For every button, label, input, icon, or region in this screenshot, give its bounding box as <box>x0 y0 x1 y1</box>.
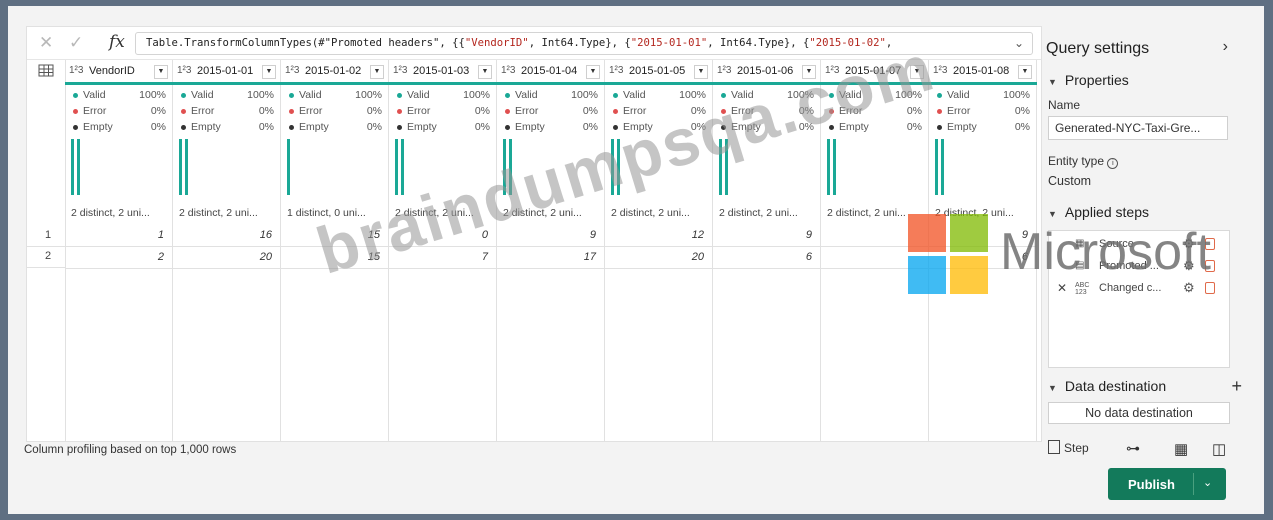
column-header[interactable]: 1²3 2015-01-08 ▼ <box>929 60 1037 82</box>
column-profile: Valid 100% Error 0% Empty 0% 2 distinct, 2 uni… <box>173 85 281 225</box>
number-type-icon[interactable]: 1²3 <box>933 65 947 76</box>
column-dropdown-icon[interactable]: ▼ <box>694 65 708 79</box>
distinct-summary: 2 distinct, 2 uni... <box>719 207 798 219</box>
chevron-down-icon: ▼ <box>1048 77 1057 87</box>
status-text: Column profiling based on top 1,000 rows <box>24 444 237 456</box>
column-dropdown-icon[interactable]: ▼ <box>478 65 492 79</box>
diagram-view-icon[interactable]: ⊶ <box>1126 440 1140 457</box>
data-destination-section[interactable]: ▼ Data destination <box>1048 378 1166 394</box>
table-cell[interactable]: 1 <box>65 225 173 247</box>
chevron-down-icon[interactable]: ⌄ <box>1203 476 1212 489</box>
table-cell[interactable]: 20 <box>173 247 281 269</box>
column-dropdown-icon[interactable]: ▼ <box>370 65 384 79</box>
abc123-icon: ABC 123 <box>1075 282 1090 296</box>
chevron-down-icon: ▼ <box>1048 383 1057 393</box>
column-header[interactable]: 1²3 2015-01-02 ▼ <box>281 60 389 82</box>
distribution-bar <box>287 139 290 195</box>
column-name: 2015-01-01 <box>197 65 254 77</box>
table-menu-icon[interactable] <box>27 60 66 82</box>
entity-type-value: Custom <box>1048 174 1092 188</box>
column-dropdown-icon[interactable]: ▼ <box>586 65 600 79</box>
column-name: 2015-01-02 <box>305 65 362 77</box>
column-profile: Valid 100% Error 0% Empty 0% 2 distinct, 2 uni… <box>929 85 1037 225</box>
column-name: 2015-01-05 <box>629 65 686 77</box>
table-cell[interactable]: 12 <box>605 225 713 247</box>
expand-formula-icon[interactable]: ⌄ <box>1014 36 1024 50</box>
query-settings-title: Query settings <box>1046 40 1150 57</box>
info-icon[interactable]: i <box>1107 158 1119 169</box>
distribution-bar <box>827 139 830 195</box>
distribution-bar <box>935 139 938 195</box>
publish-button[interactable]: Publish ⌄ <box>1108 468 1226 500</box>
table-cell[interactable]: 16 <box>173 225 281 247</box>
distinct-summary: 2 distinct, 2 uni... <box>827 207 906 219</box>
number-type-icon[interactable]: 1²3 <box>609 65 623 76</box>
no-data-destination: No data destination <box>1048 402 1230 424</box>
column-0: 1²3 VendorID ▼ Valid 100% Error 0% Empty 0% 2 dis… <box>65 60 173 441</box>
column-name: 2015-01-03 <box>413 65 470 77</box>
column-1: 1²3 2015-01-01 ▼ Valid 100% Error 0% Empty 0% 2 d… <box>173 60 281 441</box>
distribution-bar <box>185 139 188 195</box>
chevron-down-icon: ▼ <box>1048 209 1057 219</box>
table-cell[interactable]: 17 <box>497 247 605 269</box>
row-number[interactable]: 2 <box>27 246 66 268</box>
add-destination-icon[interactable]: + <box>1231 376 1242 397</box>
column-name: 2015-01-08 <box>953 65 1010 77</box>
table-view-icon[interactable]: ▦ <box>1174 440 1188 458</box>
microsoft-logo <box>908 214 990 296</box>
table-cell[interactable]: 2 <box>65 247 173 269</box>
distribution-bar <box>833 139 836 195</box>
query-name-field[interactable]: Generated-NYC-Taxi-Gre... <box>1048 116 1228 140</box>
distribution-bar <box>179 139 182 195</box>
microsoft-logo-text: Microsoft <box>1000 223 1211 281</box>
column-header[interactable]: 1²3 2015-01-04 ▼ <box>497 60 605 82</box>
collapse-pane-icon[interactable]: › <box>1223 38 1228 56</box>
schema-view-icon[interactable]: ◫ <box>1212 440 1226 458</box>
table-cell[interactable]: 9 <box>713 225 821 247</box>
fx-icon[interactable]: fx <box>109 32 125 52</box>
cancel-icon[interactable]: ✕ <box>39 33 53 53</box>
distinct-summary: 2 distinct, 2 uni... <box>71 207 150 219</box>
close-icon[interactable]: ✕ <box>1057 281 1067 295</box>
number-type-icon[interactable]: 1²3 <box>501 65 515 76</box>
step-toggle[interactable]: Step <box>1048 440 1089 455</box>
column-name: 2015-01-04 <box>521 65 578 77</box>
distinct-summary: 2 distinct, 2 uni... <box>611 207 690 219</box>
column-profile: Valid 100% Error 0% Empty 0% 2 distinct, 2 uni… <box>65 85 173 225</box>
table-cell[interactable]: 6 <box>713 247 821 269</box>
column-4: 1²3 2015-01-04 ▼ Valid 100% Error 0% Empty 0% 2 d… <box>497 60 605 441</box>
number-type-icon[interactable]: 1²3 <box>285 65 299 76</box>
gear-icon[interactable]: ⚙ <box>1183 280 1195 296</box>
dataflow-editor: ✕ ✓ fx Table.TransformColumnTypes(#"Prom… <box>8 6 1264 514</box>
column-dropdown-icon[interactable]: ▼ <box>1018 65 1032 79</box>
column-header[interactable]: 1²3 VendorID ▼ <box>65 60 173 82</box>
formula-text: Table.TransformColumnTypes(#"Promoted he… <box>146 37 893 49</box>
column-dropdown-icon[interactable]: ▼ <box>262 65 276 79</box>
column-header[interactable]: 1²3 2015-01-03 ▼ <box>389 60 497 82</box>
name-label: Name <box>1048 98 1081 112</box>
distribution-bar <box>71 139 74 195</box>
column-dropdown-icon[interactable]: ▼ <box>154 65 168 79</box>
column-name: VendorID <box>89 65 135 77</box>
number-type-icon[interactable]: 1²3 <box>69 65 83 76</box>
delete-icon[interactable] <box>1205 282 1215 294</box>
distribution-bar <box>395 139 398 195</box>
table-cell[interactable]: 20 <box>605 247 713 269</box>
row-number[interactable]: 1 <box>27 225 66 247</box>
distinct-summary: 2 distinct, 2 uni... <box>179 207 258 219</box>
properties-section[interactable]: ▼ Properties <box>1048 72 1129 88</box>
column-header[interactable]: 1²3 2015-01-05 ▼ <box>605 60 713 82</box>
number-type-icon[interactable]: 1²3 <box>393 65 407 76</box>
commit-icon[interactable]: ✓ <box>69 33 83 53</box>
distribution-bar <box>77 139 80 195</box>
number-type-icon[interactable]: 1²3 <box>717 65 731 76</box>
number-type-icon[interactable]: 1²3 <box>177 65 191 76</box>
step-changed[interactable]: ✕ ABC 123 Changed c... ⚙ <box>1057 279 1227 299</box>
applied-steps-section[interactable]: ▼ Applied steps <box>1048 204 1149 220</box>
entity-type-label: Entity type i <box>1048 154 1119 169</box>
distribution-bar <box>941 139 944 195</box>
column-header[interactable]: 1²3 2015-01-01 ▼ <box>173 60 281 82</box>
step-icon <box>1048 440 1060 454</box>
